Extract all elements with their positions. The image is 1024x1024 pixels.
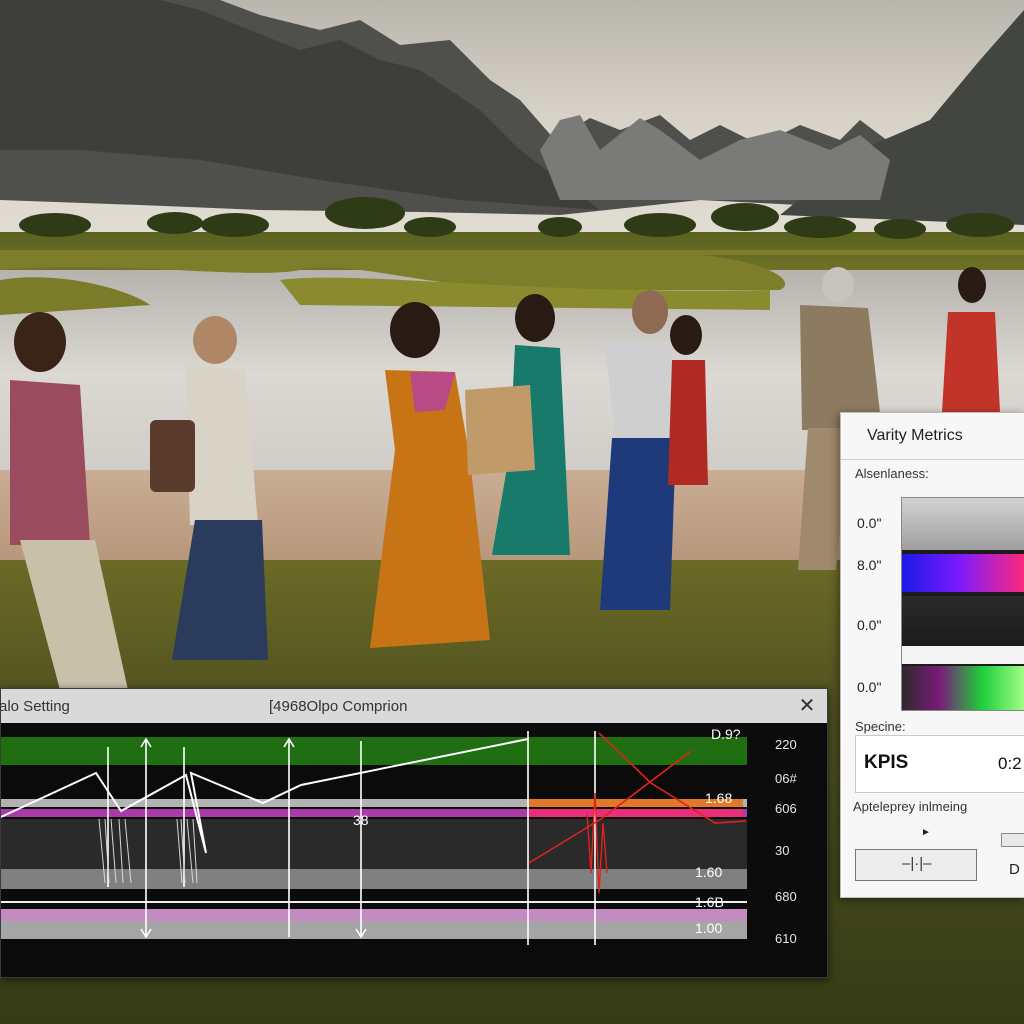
close-icon: ✕	[798, 695, 816, 717]
kpis-label: KPIS	[864, 752, 909, 773]
axis-value: 0.0"	[857, 515, 882, 531]
axis-value: 8.0"	[857, 557, 882, 573]
swatch-spectrum[interactable]	[902, 666, 1024, 710]
person-4	[465, 294, 570, 555]
caret-icon: ►	[921, 827, 931, 838]
data-label: 1.00	[695, 920, 722, 936]
data-label: 1.68	[705, 790, 732, 806]
panel-left-title: alo Setting	[0, 698, 70, 715]
side-toggle[interactable]	[1001, 833, 1024, 847]
kpis-field[interactable]: KPIS 0:2	[855, 735, 1024, 793]
person-6	[668, 315, 708, 485]
aptitude-label: Apteleprey inlmeing	[853, 799, 968, 814]
axis-tick-label: 220	[775, 737, 797, 752]
comparison-titlebar: alo Setting [4968Olpo Comprion ✕	[0, 689, 827, 723]
chart-band	[1, 909, 747, 921]
value-stepper[interactable]: –|·|–	[855, 849, 977, 881]
swatch-grey[interactable]	[902, 498, 1024, 550]
chart-band	[1, 869, 747, 889]
comparison-chart: 220 06# 606 30 680 610 D.9? 1.68 38 1.60 1.6B 1.00	[1, 726, 797, 946]
data-label: 38	[353, 812, 369, 828]
swatch-white[interactable]	[902, 646, 1024, 664]
chart-band	[1, 921, 747, 939]
variety-metrics-panel: Varity Metrics Alsenlaness: 0.0" 8.0" 0.…	[840, 412, 1024, 898]
axis-tick-label: 680	[775, 889, 797, 904]
person-1	[10, 312, 128, 690]
axis-tick-label: 606	[775, 801, 797, 816]
axis-tick-label: 610	[775, 931, 797, 946]
panel-title: [4968Olpo Comprion	[269, 698, 408, 715]
axis-value: 0.0"	[857, 679, 882, 695]
person-2	[150, 316, 268, 660]
comparison-panel: alo Setting [4968Olpo Comprion ✕ 220 06# 6…	[0, 688, 828, 978]
axis-tick-label: 30	[775, 843, 789, 858]
chart-band	[1, 737, 747, 765]
data-label: 1.6B	[695, 894, 724, 910]
awareness-label: Alsenlaness:	[855, 466, 929, 481]
side-value: D	[1009, 861, 1020, 878]
speed-label: Specine:	[855, 719, 906, 734]
metrics-title: Varity Metrics	[867, 427, 963, 444]
chart-band-accent	[529, 809, 743, 817]
axis-value: 0.0"	[857, 617, 882, 633]
swatch-dark[interactable]	[902, 596, 1024, 642]
axis-tick-label: 06#	[775, 771, 797, 786]
color-swatch-strip	[901, 497, 1024, 711]
kpis-value: 0:2	[998, 754, 1022, 773]
data-label: D.9?	[711, 726, 741, 742]
close-button[interactable]: ✕	[793, 693, 821, 719]
data-label: 1.60	[695, 864, 722, 880]
divider	[841, 459, 1024, 460]
swatch-blue-magenta[interactable]	[902, 554, 1024, 592]
person-8	[942, 267, 1000, 412]
person-3	[370, 302, 490, 648]
stepper-handle-icon: –|·|–	[902, 855, 932, 872]
